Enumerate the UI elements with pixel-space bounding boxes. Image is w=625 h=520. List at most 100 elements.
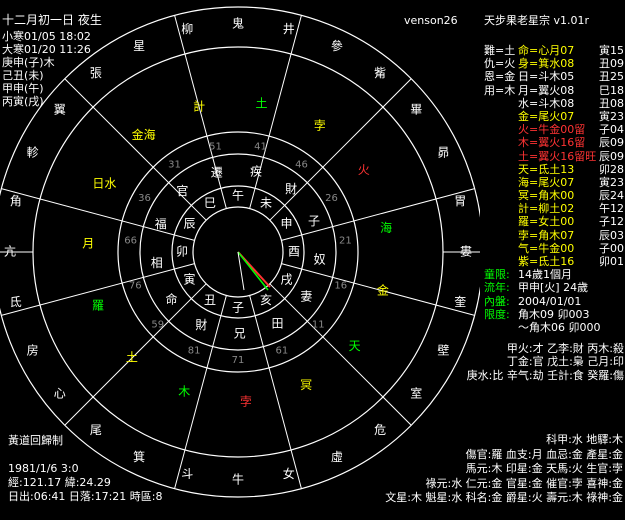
role-label: [484, 97, 518, 110]
sunrise-sunset: 日出:06:41 日落:17:21 時區:8: [8, 490, 163, 503]
shensha-line: 傷官:羅 血支:月 血忌:金 產星:金: [465, 447, 623, 461]
branch-label: 亥: [260, 293, 272, 307]
mansion-label: 胃: [454, 194, 466, 208]
branch-label: 未: [260, 196, 272, 210]
palace-label: 兄: [234, 326, 246, 340]
planet-position: 气=牛金00: [518, 241, 575, 255]
app-title: 天步果老星宗 v1.01r: [484, 14, 590, 27]
palace-label: 妻: [300, 290, 312, 304]
planet-position: 月=翼火08: [518, 83, 575, 97]
planet-branch-degree: 寅23: [599, 109, 624, 123]
role-label: [484, 110, 518, 123]
mansion-label: 牛: [232, 472, 244, 487]
limit-row: 內盤: 2004/01/01: [484, 295, 624, 308]
mansion-label: 星: [133, 39, 145, 53]
branch-label: 子: [232, 301, 244, 315]
left-info-line-3: 己丑(未): [2, 69, 44, 82]
role-label: 恩=金: [484, 70, 516, 84]
birth-datetime: 1981/1/6 3:0: [8, 462, 79, 475]
planet-branch-degree: 卯01: [599, 255, 624, 268]
age-label: 41: [254, 141, 267, 152]
limit-key: 流年:: [484, 281, 510, 295]
planet-position: 海=尾火07: [518, 175, 575, 189]
planet-branch-degree: 寅23: [599, 175, 624, 189]
mansion-label: 女: [283, 466, 295, 481]
mansion-label: 箕: [133, 450, 145, 464]
role-label: [484, 215, 518, 228]
limit-value: 角木09 卯003: [518, 307, 590, 321]
role-label: [484, 202, 518, 215]
planet-glyph: 火: [358, 163, 370, 177]
planet-row: 火=牛金00留 子04: [484, 123, 624, 136]
limit-key: [484, 321, 518, 334]
palace-label: 子: [308, 214, 320, 228]
age-label: 26: [325, 193, 338, 204]
planet-row: 木=翼火16留 辰09: [484, 136, 624, 149]
mansion-label: 張: [90, 66, 102, 80]
mansion-label: 室: [410, 386, 422, 401]
left-info-line-1: 大寒01/20 11:26: [2, 43, 91, 56]
planet-glyph: 土: [255, 96, 267, 110]
planet-position: 天=氐土13: [518, 162, 575, 176]
planet-glyph: 計: [193, 99, 205, 114]
palace-label: 遷: [211, 165, 223, 179]
role-label: 難=土: [484, 44, 516, 57]
age-label: 36: [138, 193, 151, 204]
planet-branch-degree: 午12: [599, 202, 624, 216]
planet-glyph: 羅: [92, 298, 104, 312]
shensha-line: 文星:木 魁星:水 科名:金 爵星:火 壽元:木 祿神:金: [385, 491, 623, 504]
role-label: [484, 176, 518, 189]
role-label: [484, 229, 518, 242]
mansion-label: 觜: [374, 66, 386, 80]
palace-label: 官: [176, 183, 188, 198]
planet-row: 恩=金 日=斗木05 丑25: [484, 70, 624, 83]
planet-branch-degree: 寅15: [599, 44, 624, 57]
limit-row: 限度: 角木09 卯003: [484, 308, 624, 321]
limit-value: 甲申[火] 24歲: [518, 281, 589, 295]
mansion-label: 壁: [437, 342, 449, 357]
palace-label: 奴: [314, 253, 326, 267]
mansion-label: 井: [283, 22, 295, 36]
direction-hand-green: [237, 251, 269, 291]
planet-row: 海=尾火07 寅23: [484, 176, 624, 189]
mansion-label: 房: [27, 342, 39, 357]
planet-branch-degree: 辰24: [599, 189, 624, 203]
planet-position: 計=柳土02: [518, 202, 575, 216]
planet-row: 孛=角木07 辰03: [484, 229, 624, 242]
role-label: [484, 255, 518, 268]
age-label: 71: [232, 355, 245, 366]
branch-label: 卯: [176, 245, 188, 259]
planet-glyph: 日水: [92, 176, 116, 190]
planet-row: 計=柳土02 午12: [484, 202, 624, 215]
planet-row: 金=尾火07 寅23: [484, 110, 624, 123]
limit-row: 流年: 甲申[火] 24歲: [484, 281, 624, 294]
limit-row: 童限: 14歲1個月: [484, 268, 624, 281]
mansion-label: 奎: [454, 294, 466, 309]
palace-label: 福: [155, 216, 167, 231]
role-label: [484, 123, 518, 136]
mansion-label: 昴: [437, 146, 449, 160]
planet-row: 用=木 月=翼火08 巳18: [484, 84, 624, 97]
left-info-line-2: 庚申(子)木: [2, 56, 55, 69]
limit-key: 內盤:: [484, 294, 510, 308]
planet-row: 羅=女土00 子12: [484, 215, 624, 228]
planet-glyph: 木: [178, 385, 190, 399]
mansion-label: 畢: [410, 102, 422, 116]
planet-glyph: 金: [377, 282, 389, 297]
ten-gods-line: 庚水:比 辛气:劫 壬計:食 癸羅:傷: [466, 368, 624, 382]
planet-position: 木=翼火16留: [518, 136, 586, 150]
role-label: 仇=火: [484, 57, 516, 71]
age-label: 16: [334, 280, 347, 291]
age-label: 81: [188, 346, 201, 357]
age-label: 46: [295, 160, 308, 171]
ten-gods-line: 丁金:官 戊土:梟 己月:印: [506, 355, 624, 369]
age-label: 76: [129, 280, 142, 291]
mansion-label: 軫: [27, 145, 39, 160]
planet-row: 土=翼火16留旺 辰09: [484, 150, 624, 163]
planet-row: 水=斗木08 丑08: [484, 97, 624, 110]
planet-glyph: 冥: [300, 378, 312, 392]
role-label: [484, 150, 518, 163]
planet-branch-degree: 辰03: [599, 228, 624, 242]
planet-glyph: 月: [82, 237, 94, 251]
right-panel: 難=土 命=心月07 寅15 仇=火 身=箕水08 丑09 恩=金 日=斗木05 丑25 用=木月…: [466, 44, 624, 382]
